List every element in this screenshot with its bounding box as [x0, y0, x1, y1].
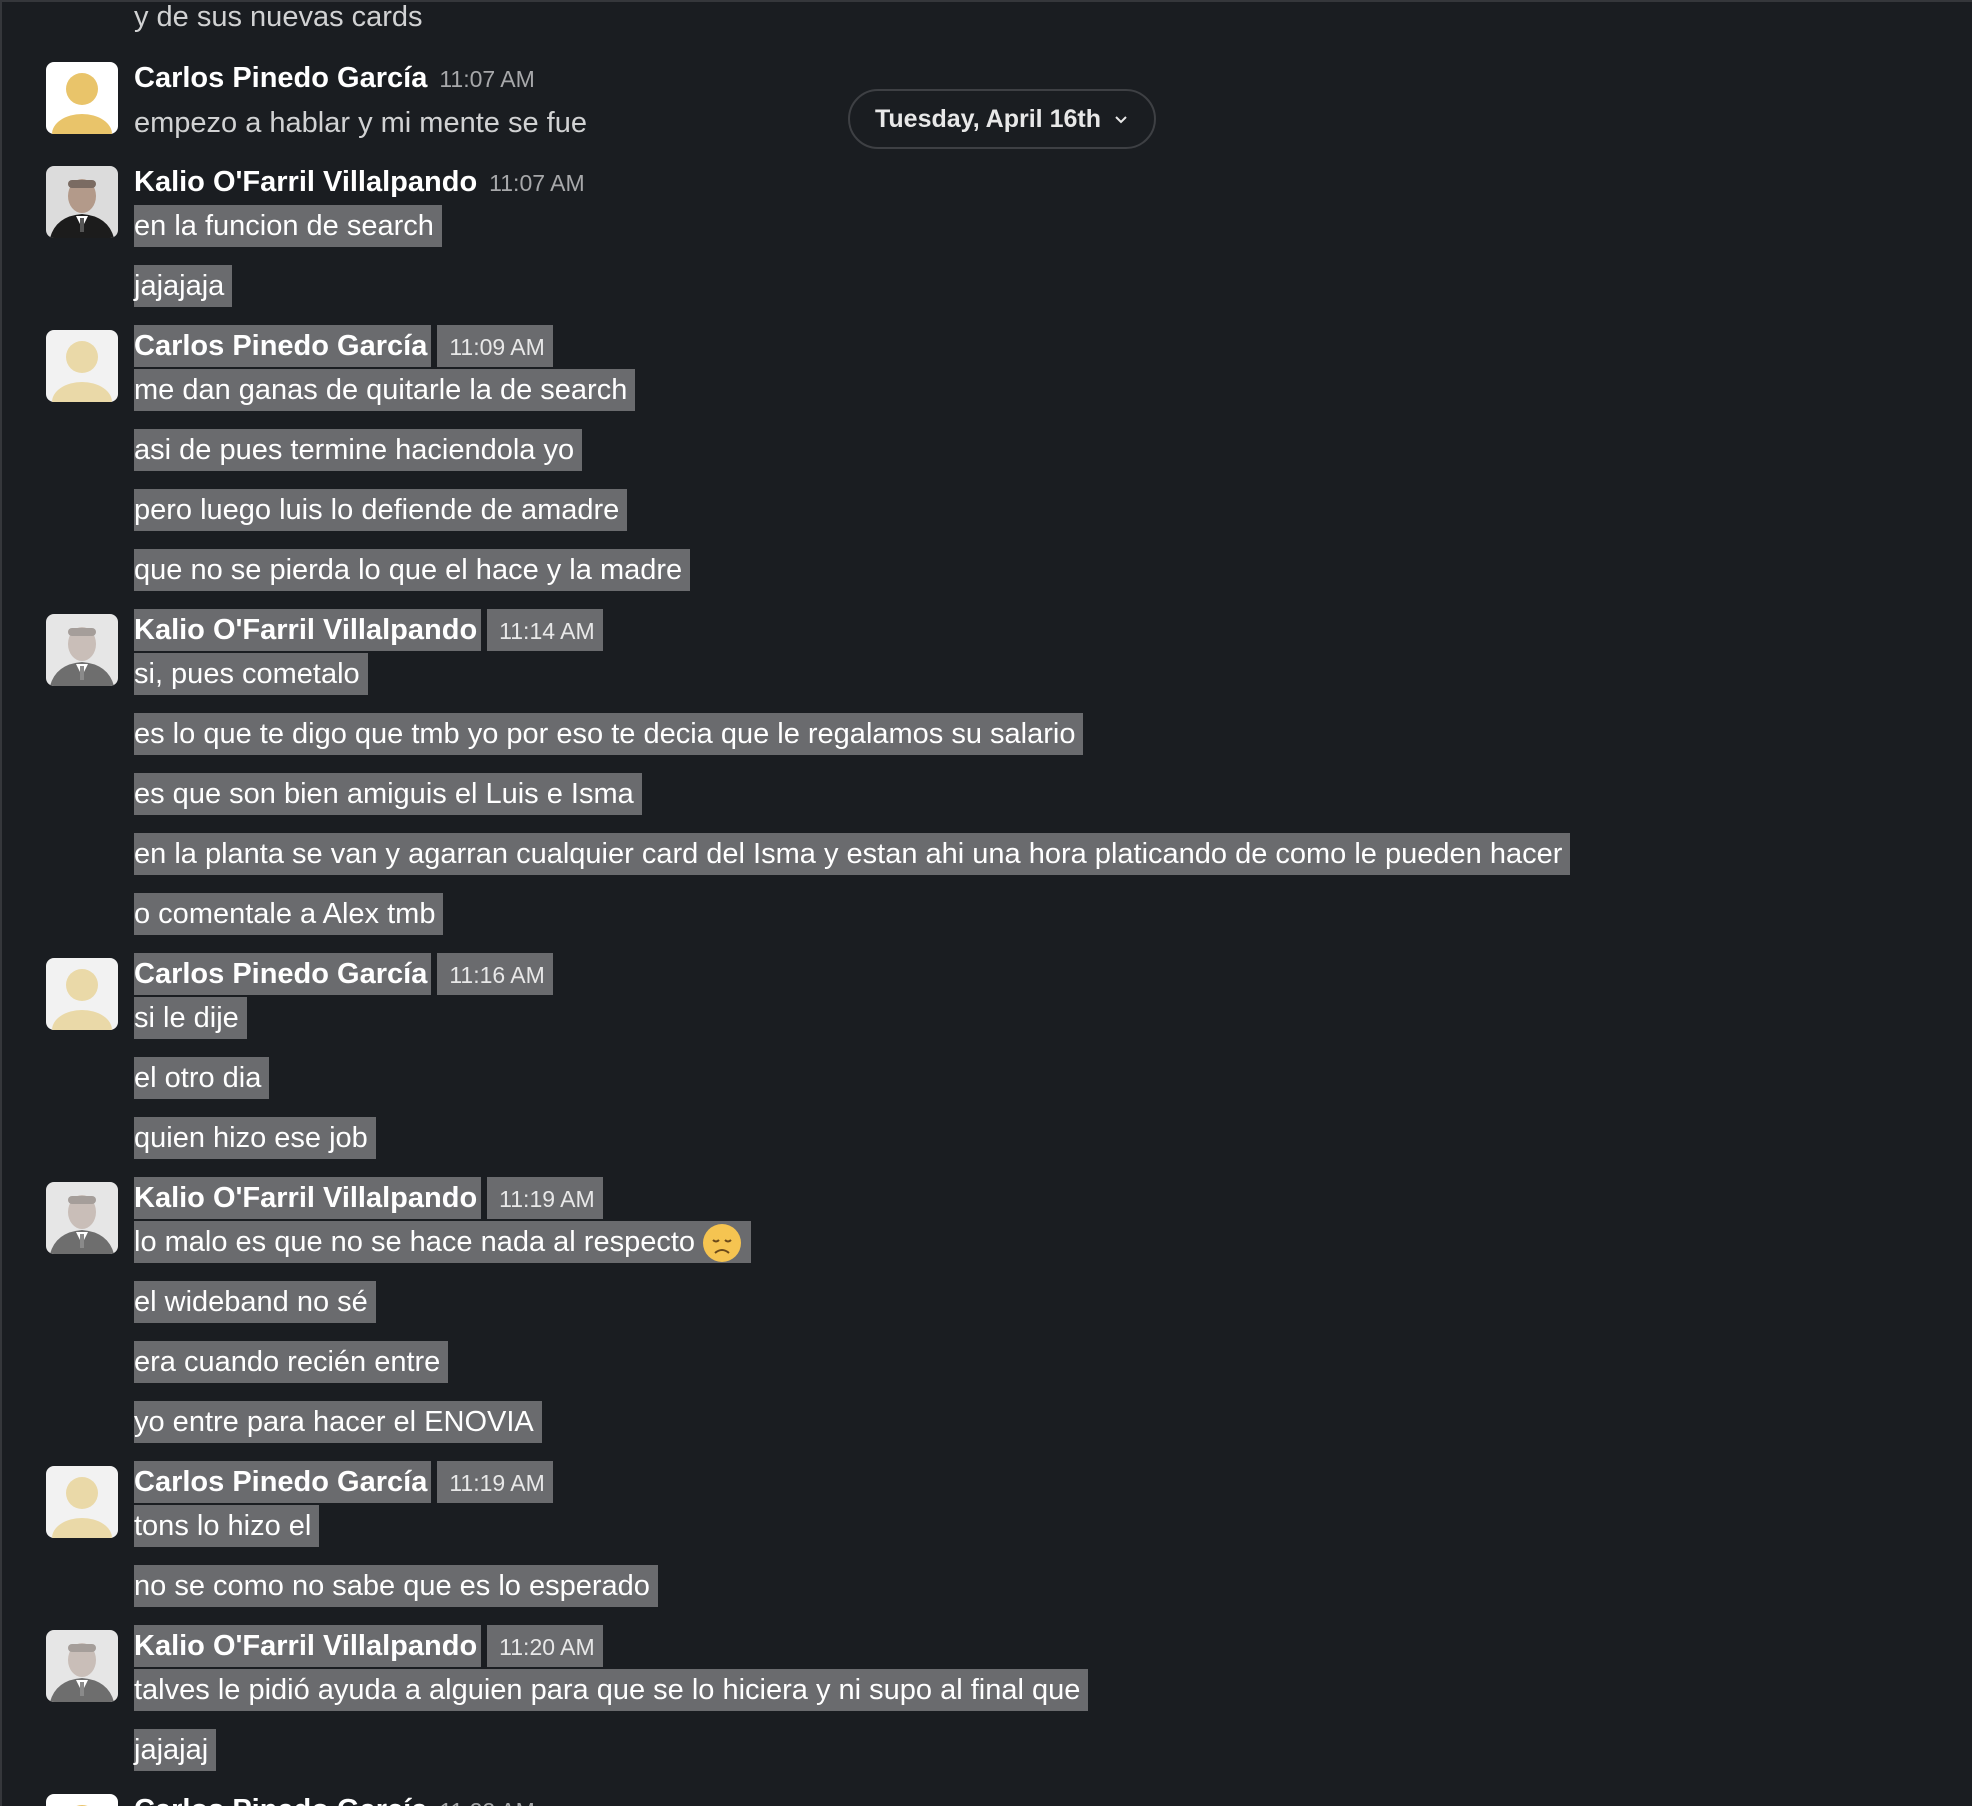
message-line: el otro dia	[134, 1057, 270, 1099]
author-name[interactable]: Carlos Pinedo García	[134, 1794, 427, 1806]
message-line: no se como no sabe que es lo esperado	[134, 1565, 658, 1607]
avatar[interactable]	[46, 1794, 118, 1806]
message-line: y de sus nuevas cards	[134, 1, 423, 33]
avatar[interactable]	[46, 62, 118, 134]
message-line: pero luego luis lo defiende de amadre	[134, 489, 628, 531]
message-line: empezo a hablar y mi mente se fue	[134, 107, 587, 139]
timestamp[interactable]: 11:07 AM	[439, 66, 534, 92]
user-avatar-icon	[46, 1794, 118, 1806]
message-header: Carlos Pinedo García 11:16 AM	[134, 953, 553, 995]
message-line: es lo que te digo que tmb yo por eso te …	[134, 713, 1084, 755]
profile-photo-icon	[46, 1630, 118, 1702]
author-name[interactable]: Kalio O'Farril Villalpando	[134, 614, 477, 646]
message-line: es que son bien amiguis el Luis e Isma	[134, 773, 642, 815]
message-line: jajajaja	[134, 265, 233, 307]
avatar[interactable]	[46, 1182, 118, 1254]
message-line: quien hizo ese job	[134, 1117, 376, 1159]
user-avatar-icon	[46, 958, 118, 1030]
message-line: era cuando recién entre	[134, 1341, 449, 1383]
avatar[interactable]	[46, 958, 118, 1030]
message-line: si le dije	[134, 997, 247, 1039]
avatar[interactable]	[46, 330, 118, 402]
author-name[interactable]: Kalio O'Farril Villalpando	[134, 1630, 477, 1662]
message-line: lo malo es que no se hace nada al respec…	[134, 1221, 752, 1264]
message-line: asi de pues termine haciendola yo	[134, 429, 583, 471]
message-header: Carlos Pinedo García 11:22 AM	[134, 1789, 543, 1806]
profile-photo-icon	[46, 614, 118, 686]
divider	[481, 609, 488, 651]
avatar[interactable]	[46, 166, 118, 238]
avatar[interactable]	[46, 614, 118, 686]
timestamp[interactable]: 11:09 AM	[449, 334, 544, 360]
user-avatar-icon	[46, 1466, 118, 1538]
date-divider-button[interactable]: Tuesday, April 16th	[848, 89, 1156, 149]
message-line: talves le pidió ayuda a alguien para que…	[134, 1669, 1089, 1711]
message-header: Carlos Pinedo García 11:09 AM	[134, 325, 553, 367]
user-avatar-icon	[46, 330, 118, 402]
divider	[431, 953, 438, 995]
message-line: en la planta se van y agarran cualquier …	[134, 833, 1571, 875]
timestamp[interactable]: 11:19 AM	[499, 1186, 594, 1212]
author-name[interactable]: Carlos Pinedo García	[134, 330, 427, 362]
timestamp[interactable]: 11:14 AM	[499, 618, 594, 644]
avatar[interactable]	[46, 1630, 118, 1702]
message-line: si, pues cometalo	[134, 653, 368, 695]
message-line: que no se pierda lo que el hace y la mad…	[134, 549, 691, 591]
message-header: Carlos Pinedo García 11:07 AM	[134, 57, 543, 99]
message-line: tons lo hizo el	[134, 1505, 320, 1547]
message-line: yo entre para hacer el ENOVIA	[134, 1401, 542, 1443]
divider	[481, 1177, 488, 1219]
timestamp[interactable]: 11:07 AM	[489, 170, 584, 196]
user-avatar-icon	[46, 62, 118, 134]
message-line: el wideband no sé	[134, 1281, 376, 1323]
timestamp[interactable]: 11:22 AM	[439, 1798, 534, 1806]
author-name[interactable]: Carlos Pinedo García	[134, 1466, 427, 1498]
message-line: jajajaj	[134, 1729, 217, 1771]
profile-photo-icon	[46, 1182, 118, 1254]
divider	[481, 1625, 488, 1667]
chat-window: y de sus nuevas cards Carlos Pinedo Garc…	[0, 0, 1972, 1806]
message-header: Kalio O'Farril Villalpando 11:14 AM	[134, 609, 603, 651]
author-name[interactable]: Carlos Pinedo García	[134, 62, 427, 94]
chevron-down-icon	[1115, 116, 1127, 124]
date-label: Tuesday, April 16th	[875, 104, 1101, 133]
author-name[interactable]: Kalio O'Farril Villalpando	[134, 166, 477, 198]
message-line: en la funcion de search	[134, 205, 442, 247]
message-header: Kalio O'Farril Villalpando 11:19 AM	[134, 1177, 603, 1219]
timestamp[interactable]: 11:19 AM	[449, 1470, 544, 1496]
timestamp[interactable]: 11:16 AM	[449, 962, 544, 988]
message-header: Carlos Pinedo García 11:19 AM	[134, 1461, 553, 1503]
profile-photo-icon	[46, 166, 118, 238]
author-name[interactable]: Carlos Pinedo García	[134, 958, 427, 990]
avatar[interactable]	[46, 1466, 118, 1538]
message-line: me dan ganas de quitarle la de search	[134, 369, 636, 411]
message-line: o comentale a Alex tmb	[134, 893, 444, 935]
message-header: Kalio O'Farril Villalpando 11:07 AM	[134, 161, 593, 203]
divider	[431, 1461, 438, 1503]
disappointed-face-icon[interactable]	[701, 1222, 743, 1264]
timestamp[interactable]: 11:20 AM	[499, 1634, 594, 1660]
author-name[interactable]: Kalio O'Farril Villalpando	[134, 1182, 477, 1214]
message-header: Kalio O'Farril Villalpando 11:20 AM	[134, 1625, 603, 1667]
divider	[431, 325, 438, 367]
